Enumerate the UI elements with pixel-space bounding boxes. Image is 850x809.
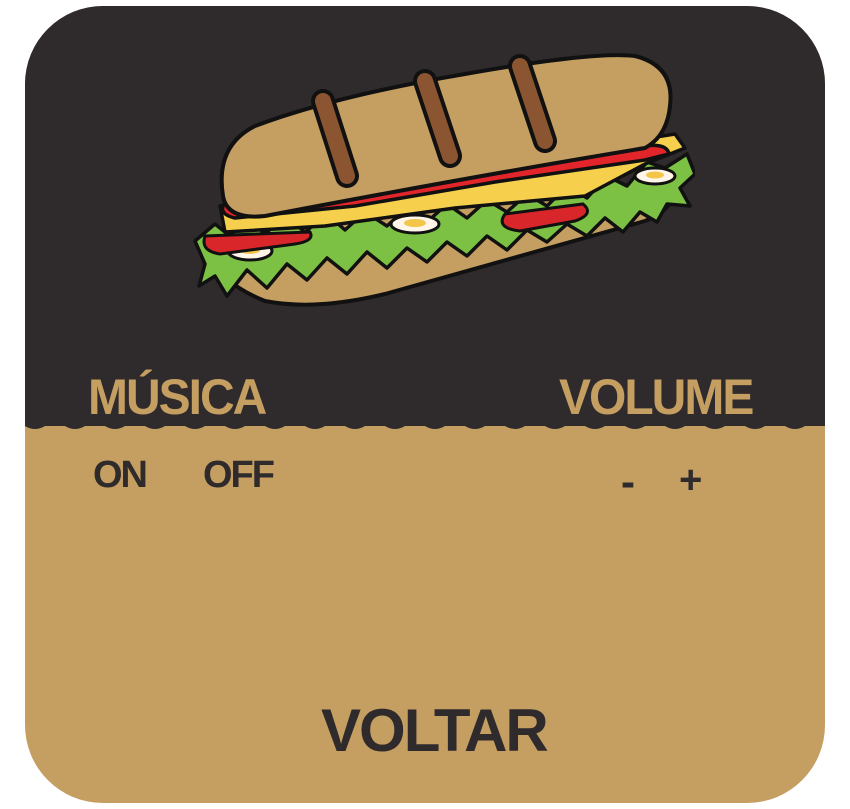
back-button[interactable]: VOLTAR (321, 696, 549, 765)
music-off-button[interactable]: OFF (203, 454, 275, 497)
music-on-button[interactable]: ON (93, 454, 148, 497)
volume-heading: VOLUME (559, 369, 754, 426)
settings-panel: MÚSICA VOLUME ON OFF - + VOLTAR (25, 6, 825, 803)
volume-increase-button[interactable]: + (679, 458, 702, 503)
volume-decrease-button[interactable]: - (621, 458, 635, 506)
sandwich-icon (193, 53, 695, 307)
music-heading: MÚSICA (88, 369, 267, 426)
